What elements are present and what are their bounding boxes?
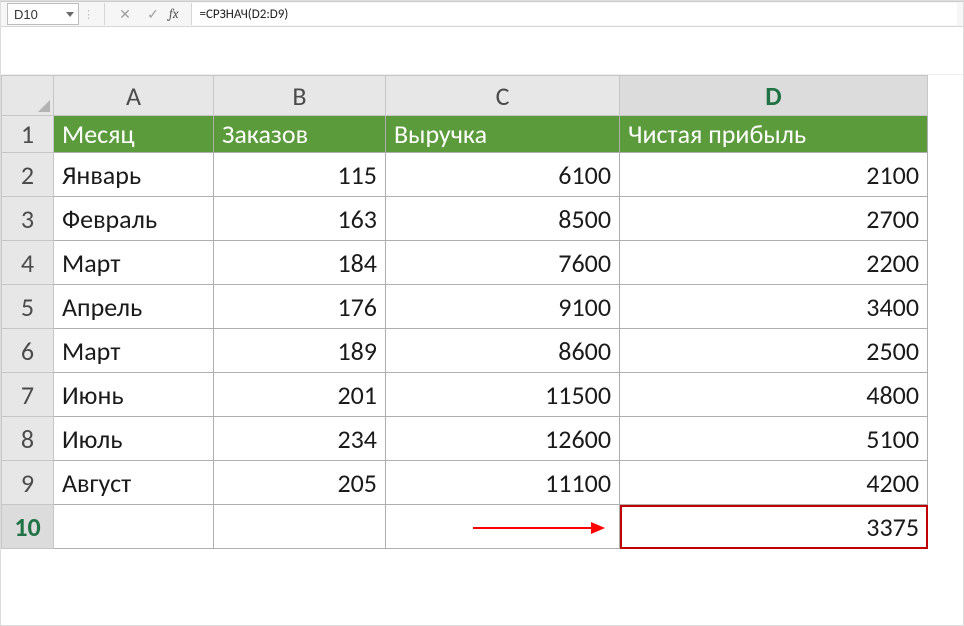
row-header-8[interactable]: 8 bbox=[2, 417, 54, 461]
cell-D5[interactable]: 3400 bbox=[620, 285, 928, 329]
table-row: 8 Июль 234 12600 5100 bbox=[2, 417, 928, 461]
cell-B6[interactable]: 189 bbox=[214, 329, 386, 373]
col-header-B[interactable]: B bbox=[214, 76, 386, 116]
formula-text: =СРЗНАЧ(D2:D9) bbox=[200, 7, 289, 22]
formula-controls: ✕ ✓ fx bbox=[104, 3, 185, 25]
cell-D7[interactable]: 4800 bbox=[620, 373, 928, 417]
cell-D1[interactable]: Чистая прибыль bbox=[620, 116, 928, 153]
cell-A1[interactable]: Месяц bbox=[54, 116, 214, 153]
cell-D8[interactable]: 5100 bbox=[620, 417, 928, 461]
col-header-D[interactable]: D bbox=[620, 76, 928, 116]
cell-C7[interactable]: 11500 bbox=[386, 373, 620, 417]
table-row: 1 Месяц Заказов Выручка Чистая прибыль bbox=[2, 116, 928, 153]
name-box[interactable]: D10 bbox=[7, 3, 79, 25]
cell-A5[interactable]: Апрель bbox=[54, 285, 214, 329]
table-row: 7 Июнь 201 11500 4800 bbox=[2, 373, 928, 417]
cell-C4[interactable]: 7600 bbox=[386, 241, 620, 285]
excel-window: D10 ⋮ ✕ ✓ fx =СРЗНАЧ(D2:D9) A B C D 1 Ме… bbox=[0, 0, 964, 626]
name-box-value: D10 bbox=[14, 7, 38, 22]
cell-B1[interactable]: Заказов bbox=[214, 116, 386, 153]
cell-C5[interactable]: 9100 bbox=[386, 285, 620, 329]
cell-A3[interactable]: Февраль bbox=[54, 197, 214, 241]
row-header-10[interactable]: 10 bbox=[2, 505, 54, 549]
cell-A9[interactable]: Август bbox=[54, 461, 214, 505]
select-all-corner[interactable] bbox=[2, 76, 54, 116]
cell-A8[interactable]: Июль bbox=[54, 417, 214, 461]
cell-B4[interactable]: 184 bbox=[214, 241, 386, 285]
accept-formula-button[interactable]: ✓ bbox=[143, 4, 163, 24]
grip-icon: ⋮ bbox=[83, 8, 94, 21]
table-row: 3 Февраль 163 8500 2700 bbox=[2, 197, 928, 241]
cell-A4[interactable]: Март bbox=[54, 241, 214, 285]
table-row: 9 Август 205 11100 4200 bbox=[2, 461, 928, 505]
row-header-4[interactable]: 4 bbox=[2, 241, 54, 285]
cell-C1[interactable]: Выручка bbox=[386, 116, 620, 153]
row-header-5[interactable]: 5 bbox=[2, 285, 54, 329]
row-header-2[interactable]: 2 bbox=[2, 153, 54, 197]
cell-C9[interactable]: 11100 bbox=[386, 461, 620, 505]
cell-A7[interactable]: Июнь bbox=[54, 373, 214, 417]
cell-B7[interactable]: 201 bbox=[214, 373, 386, 417]
formula-bar: D10 ⋮ ✕ ✓ fx =СРЗНАЧ(D2:D9) bbox=[1, 1, 963, 27]
row-header-1[interactable]: 1 bbox=[2, 116, 54, 153]
cell-D10[interactable]: 3375 bbox=[620, 505, 928, 549]
cell-C8[interactable]: 12600 bbox=[386, 417, 620, 461]
cell-A6[interactable]: Март bbox=[54, 329, 214, 373]
cell-B2[interactable]: 115 bbox=[214, 153, 386, 197]
x-icon: ✕ bbox=[119, 6, 131, 23]
cell-D2[interactable]: 2100 bbox=[620, 153, 928, 197]
cell-C3[interactable]: 8500 bbox=[386, 197, 620, 241]
row-header-3[interactable]: 3 bbox=[2, 197, 54, 241]
cell-C10[interactable] bbox=[386, 505, 620, 549]
cell-A2[interactable]: Январь bbox=[54, 153, 214, 197]
cell-C2[interactable]: 6100 bbox=[386, 153, 620, 197]
table-row: 2 Январь 115 6100 2100 bbox=[2, 153, 928, 197]
cell-D6[interactable]: 2500 bbox=[620, 329, 928, 373]
column-header-row: A B C D bbox=[2, 76, 928, 116]
table-row: 6 Март 189 8600 2500 bbox=[2, 329, 928, 373]
cell-B3[interactable]: 163 bbox=[214, 197, 386, 241]
formula-input[interactable]: =СРЗНАЧ(D2:D9) bbox=[192, 3, 958, 25]
cell-B5[interactable]: 176 bbox=[214, 285, 386, 329]
table-row: 5 Апрель 176 9100 3400 bbox=[2, 285, 928, 329]
row-header-9[interactable]: 9 bbox=[2, 461, 54, 505]
chevron-down-icon[interactable] bbox=[66, 12, 74, 17]
cell-D9[interactable]: 4200 bbox=[620, 461, 928, 505]
cell-A10[interactable] bbox=[54, 505, 214, 549]
table-row: 10 3375 bbox=[2, 505, 928, 549]
check-icon: ✓ bbox=[147, 6, 159, 23]
cell-B10[interactable] bbox=[214, 505, 386, 549]
spreadsheet-grid[interactable]: A B C D 1 Месяц Заказов Выручка Чистая п… bbox=[1, 75, 928, 549]
cell-D4[interactable]: 2200 bbox=[620, 241, 928, 285]
cell-B8[interactable]: 234 bbox=[214, 417, 386, 461]
cell-C6[interactable]: 8600 bbox=[386, 329, 620, 373]
col-header-C[interactable]: C bbox=[386, 76, 620, 116]
cell-D3[interactable]: 2700 bbox=[620, 197, 928, 241]
col-header-A[interactable]: A bbox=[54, 76, 214, 116]
row-header-6[interactable]: 6 bbox=[2, 329, 54, 373]
cancel-formula-button[interactable]: ✕ bbox=[115, 4, 135, 24]
row-header-7[interactable]: 7 bbox=[2, 373, 54, 417]
table-row: 4 Март 184 7600 2200 bbox=[2, 241, 928, 285]
fx-icon[interactable]: fx bbox=[169, 7, 179, 22]
cell-B9[interactable]: 205 bbox=[214, 461, 386, 505]
